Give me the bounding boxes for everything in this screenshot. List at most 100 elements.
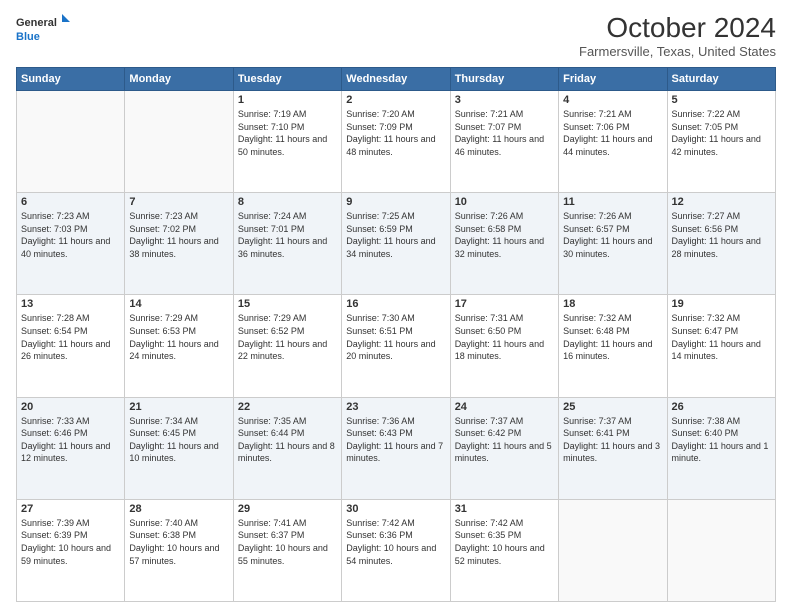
day-number: 1 bbox=[238, 94, 337, 106]
day-info: Sunrise: 7:36 AMSunset: 6:43 PMDaylight:… bbox=[346, 415, 445, 465]
day-number: 3 bbox=[455, 94, 554, 106]
logo-svg: General Blue bbox=[16, 12, 76, 48]
calendar-header-row: Sunday Monday Tuesday Wednesday Thursday… bbox=[17, 68, 776, 91]
day-info: Sunrise: 7:37 AMSunset: 6:42 PMDaylight:… bbox=[455, 415, 554, 465]
day-info: Sunrise: 7:37 AMSunset: 6:41 PMDaylight:… bbox=[563, 415, 662, 465]
calendar-cell: 2 Sunrise: 7:20 AMSunset: 7:09 PMDaylight… bbox=[342, 91, 450, 193]
day-number: 10 bbox=[455, 196, 554, 208]
calendar-cell: 3Sunrise: 7:21 AMSunset: 7:07 PMDaylight… bbox=[450, 91, 558, 193]
calendar-cell: 16 Sunrise: 7:30 AMSunset: 6:51 PMDayligh… bbox=[342, 295, 450, 397]
calendar-week-row: 1 Sunrise: 7:19 AMSunset: 7:10 PMDaylight… bbox=[17, 91, 776, 193]
day-number: 7 bbox=[129, 196, 228, 208]
day-info: Sunrise: 7:29 AMSunset: 6:53 PMDaylight:… bbox=[129, 312, 228, 362]
day-info: Sunrise: 7:33 AMSunset: 6:46 PMDaylight:… bbox=[21, 415, 120, 465]
svg-text:General: General bbox=[16, 17, 57, 29]
calendar-cell: 31Sunrise: 7:42 AMSunset: 6:35 PMDayligh… bbox=[450, 499, 558, 601]
day-number: 9 bbox=[346, 196, 445, 208]
col-friday: Friday bbox=[559, 68, 667, 91]
calendar-cell: 6 Sunrise: 7:23 AMSunset: 7:03 PMDaylight… bbox=[17, 193, 125, 295]
day-number: 19 bbox=[672, 298, 771, 310]
calendar-cell: 27 Sunrise: 7:39 AMSunset: 6:39 PMDayligh… bbox=[17, 499, 125, 601]
day-number: 6 bbox=[21, 196, 120, 208]
calendar-week-row: 20 Sunrise: 7:33 AMSunset: 6:46 PMDayligh… bbox=[17, 397, 776, 499]
day-number: 28 bbox=[129, 503, 228, 515]
page: General Blue October 2024 Farmersville, … bbox=[0, 0, 792, 612]
day-info: Sunrise: 7:30 AMSunset: 6:51 PMDaylight:… bbox=[346, 312, 445, 362]
calendar-cell: 22 Sunrise: 7:35 AMSunset: 6:44 PMDayligh… bbox=[233, 397, 341, 499]
page-title: October 2024 bbox=[579, 12, 776, 44]
day-info: Sunrise: 7:39 AMSunset: 6:39 PMDaylight:… bbox=[21, 517, 120, 567]
calendar-cell: 11 Sunrise: 7:26 AMSunset: 6:57 PMDayligh… bbox=[559, 193, 667, 295]
day-info: Sunrise: 7:34 AMSunset: 6:45 PMDaylight:… bbox=[129, 415, 228, 465]
day-info: Sunrise: 7:31 AMSunset: 6:50 PMDaylight:… bbox=[455, 312, 554, 362]
calendar-cell: 28 Sunrise: 7:40 AMSunset: 6:38 PMDayligh… bbox=[125, 499, 233, 601]
day-number: 2 bbox=[346, 94, 445, 106]
calendar-week-row: 27 Sunrise: 7:39 AMSunset: 6:39 PMDayligh… bbox=[17, 499, 776, 601]
calendar-cell: 26 Sunrise: 7:38 AMSunset: 6:40 PMDayligh… bbox=[667, 397, 775, 499]
calendar-cell: 13Sunrise: 7:28 AMSunset: 6:54 PMDayligh… bbox=[17, 295, 125, 397]
day-number: 24 bbox=[455, 401, 554, 413]
day-info: Sunrise: 7:24 AMSunset: 7:01 PMDaylight:… bbox=[238, 210, 337, 260]
calendar-cell: 5 Sunrise: 7:22 AMSunset: 7:05 PMDaylight… bbox=[667, 91, 775, 193]
calendar-cell: 4Sunrise: 7:21 AMSunset: 7:06 PMDaylight… bbox=[559, 91, 667, 193]
day-number: 15 bbox=[238, 298, 337, 310]
day-number: 26 bbox=[672, 401, 771, 413]
day-number: 8 bbox=[238, 196, 337, 208]
day-info: Sunrise: 7:28 AMSunset: 6:54 PMDaylight:… bbox=[21, 312, 120, 362]
day-number: 29 bbox=[238, 503, 337, 515]
calendar-cell: 10 Sunrise: 7:26 AMSunset: 6:58 PMDayligh… bbox=[450, 193, 558, 295]
col-thursday: Thursday bbox=[450, 68, 558, 91]
calendar-cell: 20 Sunrise: 7:33 AMSunset: 6:46 PMDayligh… bbox=[17, 397, 125, 499]
day-info: Sunrise: 7:22 AMSunset: 7:05 PMDaylight:… bbox=[672, 108, 771, 158]
calendar-cell bbox=[667, 499, 775, 601]
day-info: Sunrise: 7:40 AMSunset: 6:38 PMDaylight:… bbox=[129, 517, 228, 567]
day-number: 17 bbox=[455, 298, 554, 310]
day-info: Sunrise: 7:23 AMSunset: 7:03 PMDaylight:… bbox=[21, 210, 120, 260]
header: General Blue October 2024 Farmersville, … bbox=[16, 12, 776, 59]
calendar-cell: 9 Sunrise: 7:25 AMSunset: 6:59 PMDaylight… bbox=[342, 193, 450, 295]
calendar-week-row: 13Sunrise: 7:28 AMSunset: 6:54 PMDayligh… bbox=[17, 295, 776, 397]
day-number: 5 bbox=[672, 94, 771, 106]
day-info: Sunrise: 7:38 AMSunset: 6:40 PMDaylight:… bbox=[672, 415, 771, 465]
col-monday: Monday bbox=[125, 68, 233, 91]
logo: General Blue bbox=[16, 12, 76, 48]
day-info: Sunrise: 7:25 AMSunset: 6:59 PMDaylight:… bbox=[346, 210, 445, 260]
day-info: Sunrise: 7:27 AMSunset: 6:56 PMDaylight:… bbox=[672, 210, 771, 260]
calendar-week-row: 6 Sunrise: 7:23 AMSunset: 7:03 PMDaylight… bbox=[17, 193, 776, 295]
day-number: 11 bbox=[563, 196, 662, 208]
day-info: Sunrise: 7:32 AMSunset: 6:47 PMDaylight:… bbox=[672, 312, 771, 362]
calendar-cell: 21 Sunrise: 7:34 AMSunset: 6:45 PMDayligh… bbox=[125, 397, 233, 499]
day-number: 27 bbox=[21, 503, 120, 515]
calendar-cell: 15 Sunrise: 7:29 AMSunset: 6:52 PMDayligh… bbox=[233, 295, 341, 397]
day-number: 20 bbox=[21, 401, 120, 413]
day-info: Sunrise: 7:32 AMSunset: 6:48 PMDaylight:… bbox=[563, 312, 662, 362]
calendar-cell: 25Sunrise: 7:37 AMSunset: 6:41 PMDayligh… bbox=[559, 397, 667, 499]
calendar-cell bbox=[125, 91, 233, 193]
calendar-cell: 14 Sunrise: 7:29 AMSunset: 6:53 PMDayligh… bbox=[125, 295, 233, 397]
day-info: Sunrise: 7:19 AMSunset: 7:10 PMDaylight:… bbox=[238, 108, 337, 158]
day-number: 31 bbox=[455, 503, 554, 515]
day-number: 22 bbox=[238, 401, 337, 413]
title-block: October 2024 Farmersville, Texas, United… bbox=[579, 12, 776, 59]
calendar-table: Sunday Monday Tuesday Wednesday Thursday… bbox=[16, 67, 776, 602]
calendar-cell: 29 Sunrise: 7:41 AMSunset: 6:37 PMDayligh… bbox=[233, 499, 341, 601]
day-number: 4 bbox=[563, 94, 662, 106]
day-number: 23 bbox=[346, 401, 445, 413]
calendar-cell: 18Sunrise: 7:32 AMSunset: 6:48 PMDayligh… bbox=[559, 295, 667, 397]
day-number: 14 bbox=[129, 298, 228, 310]
calendar-cell: 12 Sunrise: 7:27 AMSunset: 6:56 PMDayligh… bbox=[667, 193, 775, 295]
day-info: Sunrise: 7:35 AMSunset: 6:44 PMDaylight:… bbox=[238, 415, 337, 465]
calendar-cell: 8 Sunrise: 7:24 AMSunset: 7:01 PMDaylight… bbox=[233, 193, 341, 295]
day-info: Sunrise: 7:20 AMSunset: 7:09 PMDaylight:… bbox=[346, 108, 445, 158]
day-number: 30 bbox=[346, 503, 445, 515]
calendar-cell: 7Sunrise: 7:23 AMSunset: 7:02 PMDaylight… bbox=[125, 193, 233, 295]
day-number: 12 bbox=[672, 196, 771, 208]
day-number: 21 bbox=[129, 401, 228, 413]
calendar-cell: 24 Sunrise: 7:37 AMSunset: 6:42 PMDayligh… bbox=[450, 397, 558, 499]
day-info: Sunrise: 7:26 AMSunset: 6:57 PMDaylight:… bbox=[563, 210, 662, 260]
day-info: Sunrise: 7:41 AMSunset: 6:37 PMDaylight:… bbox=[238, 517, 337, 567]
day-number: 16 bbox=[346, 298, 445, 310]
day-info: Sunrise: 7:29 AMSunset: 6:52 PMDaylight:… bbox=[238, 312, 337, 362]
day-info: Sunrise: 7:26 AMSunset: 6:58 PMDaylight:… bbox=[455, 210, 554, 260]
calendar-cell: 1 Sunrise: 7:19 AMSunset: 7:10 PMDaylight… bbox=[233, 91, 341, 193]
